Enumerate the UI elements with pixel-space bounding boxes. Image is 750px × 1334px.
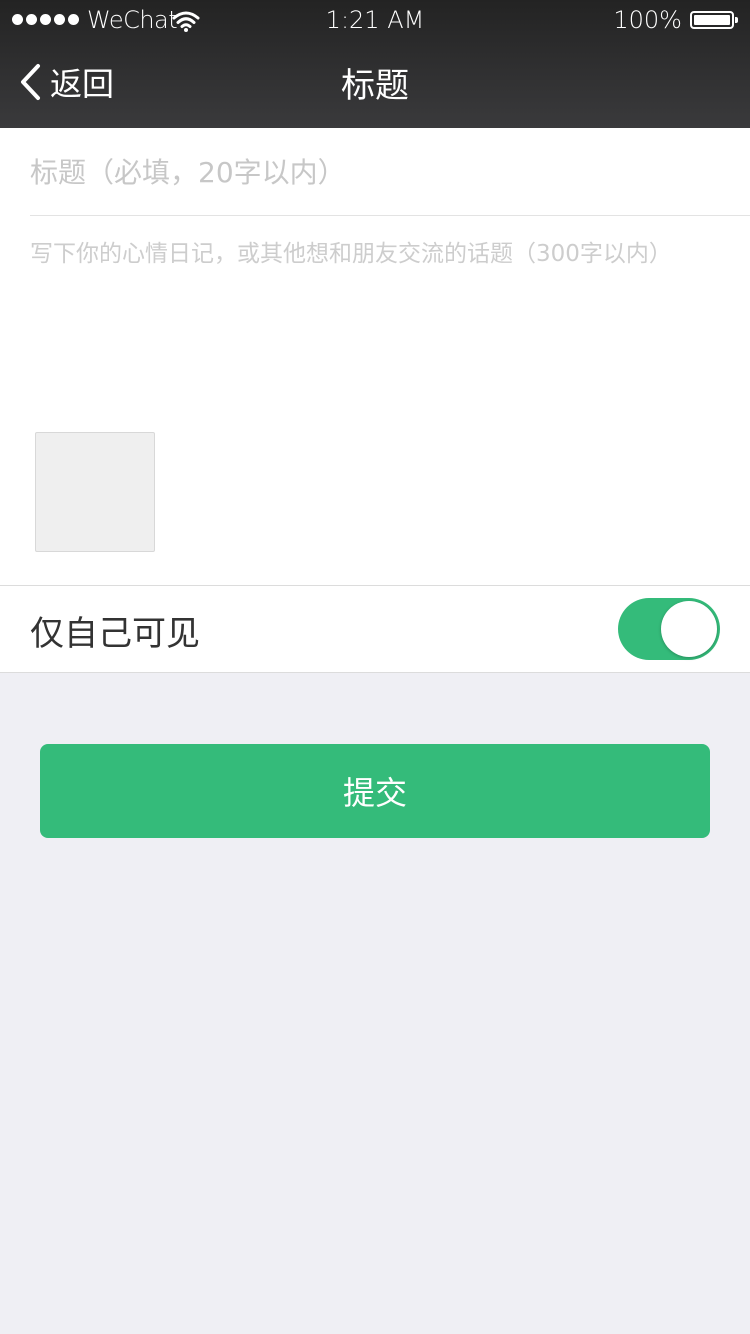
toggle-knob [661,601,717,657]
navigation-bar: WeChat 1:21 AM 100% 返回 标题 [0,0,750,128]
add-image-slot[interactable] [35,432,155,552]
battery-percentage: 100% [613,6,682,34]
title-input[interactable] [30,128,750,216]
privacy-row: 仅自己可见 [0,585,750,673]
submit-button[interactable]: 提交 [40,744,710,838]
privacy-label: 仅自己可见 [30,614,200,654]
content-textarea[interactable] [30,238,720,418]
divider [30,215,750,216]
page-title: 标题 [341,66,409,106]
post-form [0,128,750,586]
battery-icon [690,11,738,29]
status-bar: WeChat 1:21 AM 100% [0,0,750,40]
privacy-toggle[interactable] [618,598,720,660]
